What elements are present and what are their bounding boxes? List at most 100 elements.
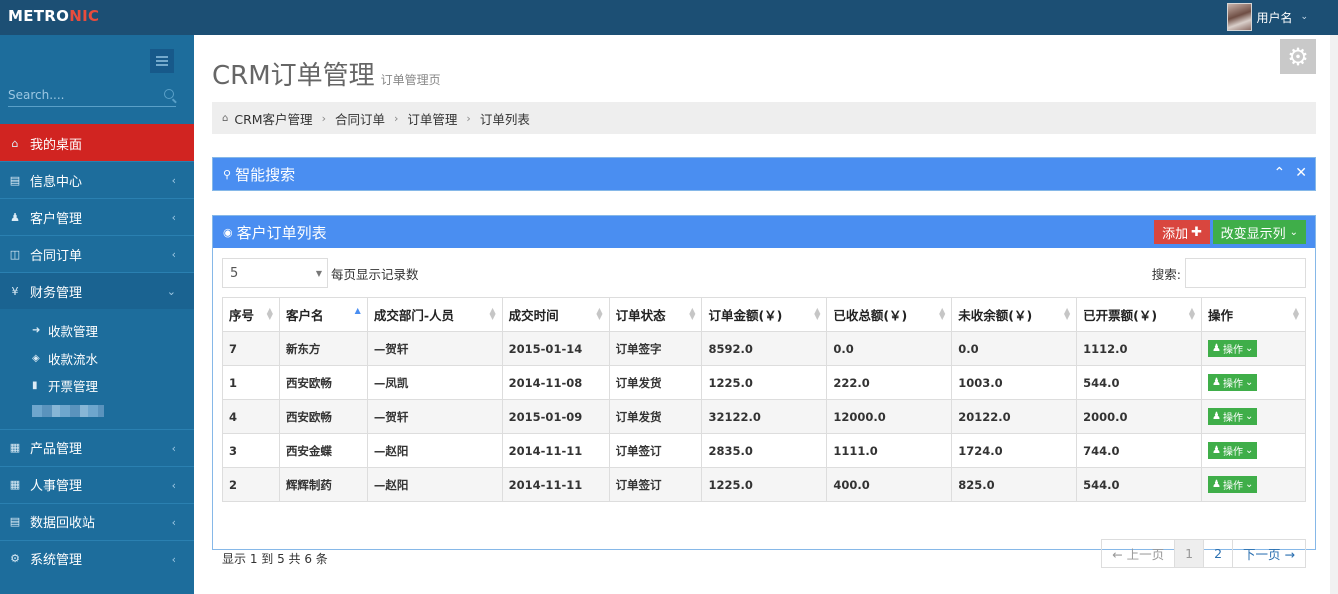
submenu-item-label: 开票管理 (48, 379, 99, 395)
table-icon: ▦ (9, 441, 21, 454)
sidebar-toggle-button[interactable] (150, 49, 174, 73)
chevron-down-icon: ⌄ (1289, 226, 1298, 238)
chevron-left-icon: ‹ (171, 211, 176, 224)
add-button[interactable]: 添加 ✚ (1154, 220, 1210, 244)
sidebar-menu: ⌂ 我的桌面 ▤ 信息中心 ‹ ♟ 客户管理 ‹ ◫ 合同订单 ‹ ¥ 财务管理… (0, 124, 194, 577)
table-cell: ♟ 操作 ⌄ (1201, 365, 1306, 400)
sidebar-item-label: 系统管理 (30, 553, 83, 568)
plus-icon: ✚ (1191, 224, 1202, 240)
search-icon[interactable] (164, 89, 174, 99)
chevron-down-icon: ⌄ (166, 285, 176, 298)
sort-icon: ▲ ▼ (266, 306, 273, 321)
column-header[interactable]: 成交部门-人员 ▲ ▼ (366, 297, 503, 332)
page-button-2[interactable]: 2 (1203, 540, 1232, 567)
breadcrumb-item[interactable]: 合同订单 (335, 109, 385, 128)
table-cell: —赵阳 (366, 467, 503, 502)
page-button-1[interactable]: 1 (1174, 540, 1204, 567)
table-cell: 825.0 (951, 467, 1078, 502)
avatar (1227, 3, 1253, 31)
row-action-label: 操作 (1222, 413, 1243, 424)
panel-tools: ⌃ ✕ (1274, 165, 1307, 181)
smart-search-panel: ⚲ 智能搜索 ⌃ ✕ (212, 157, 1316, 191)
page-scrollbar[interactable] (1330, 35, 1338, 594)
home-icon: ⌂ (11, 136, 19, 150)
order-table: 序号 ▲ ▼ 客户名 ▲ 成交部门-人员 ▲ ▼ 成交时间 ▲ ▼ 订单状态 ▲ ▼ 订单金额(￥… (222, 297, 1306, 502)
row-action-button[interactable]: ♟ 操作 ⌄ (1208, 374, 1258, 391)
table-cell: 1225.0 (701, 365, 828, 400)
breadcrumb-item[interactable]: 订单管理 (407, 109, 457, 128)
row-action-button[interactable]: ♟ 操作 ⌄ (1208, 408, 1258, 425)
sidebar-item-recycle-bin[interactable]: ▤ 数据回收站 ‹ (0, 502, 194, 540)
chevron-left-icon: ‹ (171, 248, 176, 261)
finance-submenu: ➜ 收款管理 ◈ 收款流水 ▮ 开票管理 (0, 309, 194, 429)
search-icon: ⚲ (223, 167, 232, 181)
table-cell: 544.0 (1076, 467, 1203, 502)
change-columns-label: 改变显示列 (1220, 226, 1286, 242)
order-list-header: ◉ 客户订单列表 添加 ✚ 改变显示列 ⌄ (213, 216, 1315, 248)
column-header[interactable]: 客户名 ▲ (278, 297, 368, 332)
smart-search-header[interactable]: ⚲ 智能搜索 ⌃ ✕ (213, 158, 1315, 190)
logo[interactable]: METRONIC (8, 7, 99, 25)
table-cell: 新东方 (278, 331, 368, 366)
barcode-icon: ▮ (32, 380, 38, 392)
close-icon[interactable]: ✕ (1295, 165, 1307, 181)
column-header[interactable]: 订单状态 ▲ ▼ (608, 297, 703, 332)
sidebar-item-label: 信息中心 (30, 174, 83, 190)
globe-icon: ◉ (223, 225, 233, 239)
table-cell: 0.0 (826, 331, 953, 366)
sidebar-item-contracts[interactable]: ◫ 合同订单 ‹ (0, 235, 194, 272)
sidebar-item-products[interactable]: ▦ 产品管理 ‹ (0, 428, 194, 466)
column-header[interactable]: 操作 ▲ ▼ (1201, 297, 1306, 332)
next-page-button[interactable]: 下一页 → (1232, 540, 1305, 567)
prev-page-button[interactable]: ← 上一页 (1102, 540, 1174, 567)
change-columns-button[interactable]: 改变显示列 ⌄ (1212, 220, 1306, 244)
submenu-item-receipt-flow[interactable]: ◈ 收款流水 (0, 345, 194, 373)
column-header[interactable]: 成交时间 ▲ ▼ (501, 297, 610, 332)
row-action-button[interactable]: ♟ 操作 ⌄ (1208, 476, 1258, 493)
table-cell: 1112.0 (1076, 331, 1203, 366)
chevron-left-icon: ‹ (171, 515, 176, 529)
table-cell: 12000.0 (826, 399, 953, 434)
column-header[interactable]: 已开票额(￥) ▲ ▼ (1076, 297, 1203, 332)
page-length-select[interactable]: 5 ▼ (222, 258, 328, 288)
table-cell: ♟ 操作 ⌄ (1201, 399, 1306, 434)
collapse-icon[interactable]: ⌃ (1274, 165, 1286, 181)
table-search-label: 搜索: (1151, 266, 1181, 282)
chevron-left-icon: ‹ (171, 441, 176, 455)
sort-icon: ▲ ▼ (1063, 306, 1071, 321)
table-cell: 8592.0 (701, 331, 828, 366)
top-header: METRONIC 用户名 ⌄ (0, 0, 1338, 35)
sidebar-item-finance[interactable]: ¥ 财务管理 ⌄ (0, 272, 194, 309)
settings-button[interactable]: ⚙ (1280, 39, 1316, 74)
sidebar-search-input[interactable] (8, 85, 158, 105)
table-cell: 2 (222, 467, 280, 502)
table-search-input[interactable] (1185, 258, 1306, 288)
sidebar-item-system[interactable]: ⚙ 系统管理 ‹ (0, 539, 194, 577)
table-cell: 4 (222, 399, 280, 434)
table-cell: 222.0 (826, 365, 953, 400)
table-row: 1 西安欧畅 —凤凯 2014-11-08 订单发货 1225.0 222.0 1003.0 5… (222, 365, 1306, 400)
sidebar-item-customers[interactable]: ♟ 客户管理 ‹ (0, 198, 194, 235)
table-cell: 订单签订 (608, 433, 703, 468)
breadcrumb-item[interactable]: 订单列表 (480, 109, 530, 128)
column-header[interactable]: 未收余额(￥) ▲ ▼ (951, 297, 1078, 332)
sidebar-item-hr[interactable]: ▦ 人事管理 ‹ (0, 465, 194, 503)
row-action-button[interactable]: ♟ 操作 ⌄ (1208, 442, 1258, 459)
submenu-item-receipts[interactable]: ➜ 收款管理 (0, 317, 194, 345)
row-action-button[interactable]: ♟ 操作 ⌄ (1208, 340, 1258, 357)
column-header[interactable]: 已收总额(￥) ▲ ▼ (826, 297, 953, 332)
sidebar-item-label: 产品管理 (30, 442, 83, 457)
sidebar-item-label: 合同订单 (30, 248, 83, 264)
sidebar-item-desktop[interactable]: ⌂ 我的桌面 (0, 124, 194, 161)
breadcrumb: ⌂ CRM客户管理 › 合同订单 › 订单管理 › 订单列表 (212, 102, 1316, 134)
user-menu[interactable]: 用户名 ⌄ (1227, 3, 1308, 31)
column-header[interactable]: 序号 ▲ ▼ (222, 297, 280, 332)
chevron-down-icon: ⌄ (1244, 343, 1254, 354)
sort-icon: ▲ ▼ (1292, 306, 1299, 321)
sidebar-item-info-center[interactable]: ▤ 信息中心 ‹ (0, 161, 194, 198)
sort-icon: ▲ ▼ (1188, 306, 1196, 321)
submenu-item-invoices[interactable]: ▮ 开票管理 (0, 372, 194, 400)
add-button-label: 添加 (1162, 226, 1189, 242)
breadcrumb-item[interactable]: CRM客户管理 (234, 109, 312, 128)
column-header[interactable]: 订单金额(￥) ▲ ▼ (701, 297, 828, 332)
